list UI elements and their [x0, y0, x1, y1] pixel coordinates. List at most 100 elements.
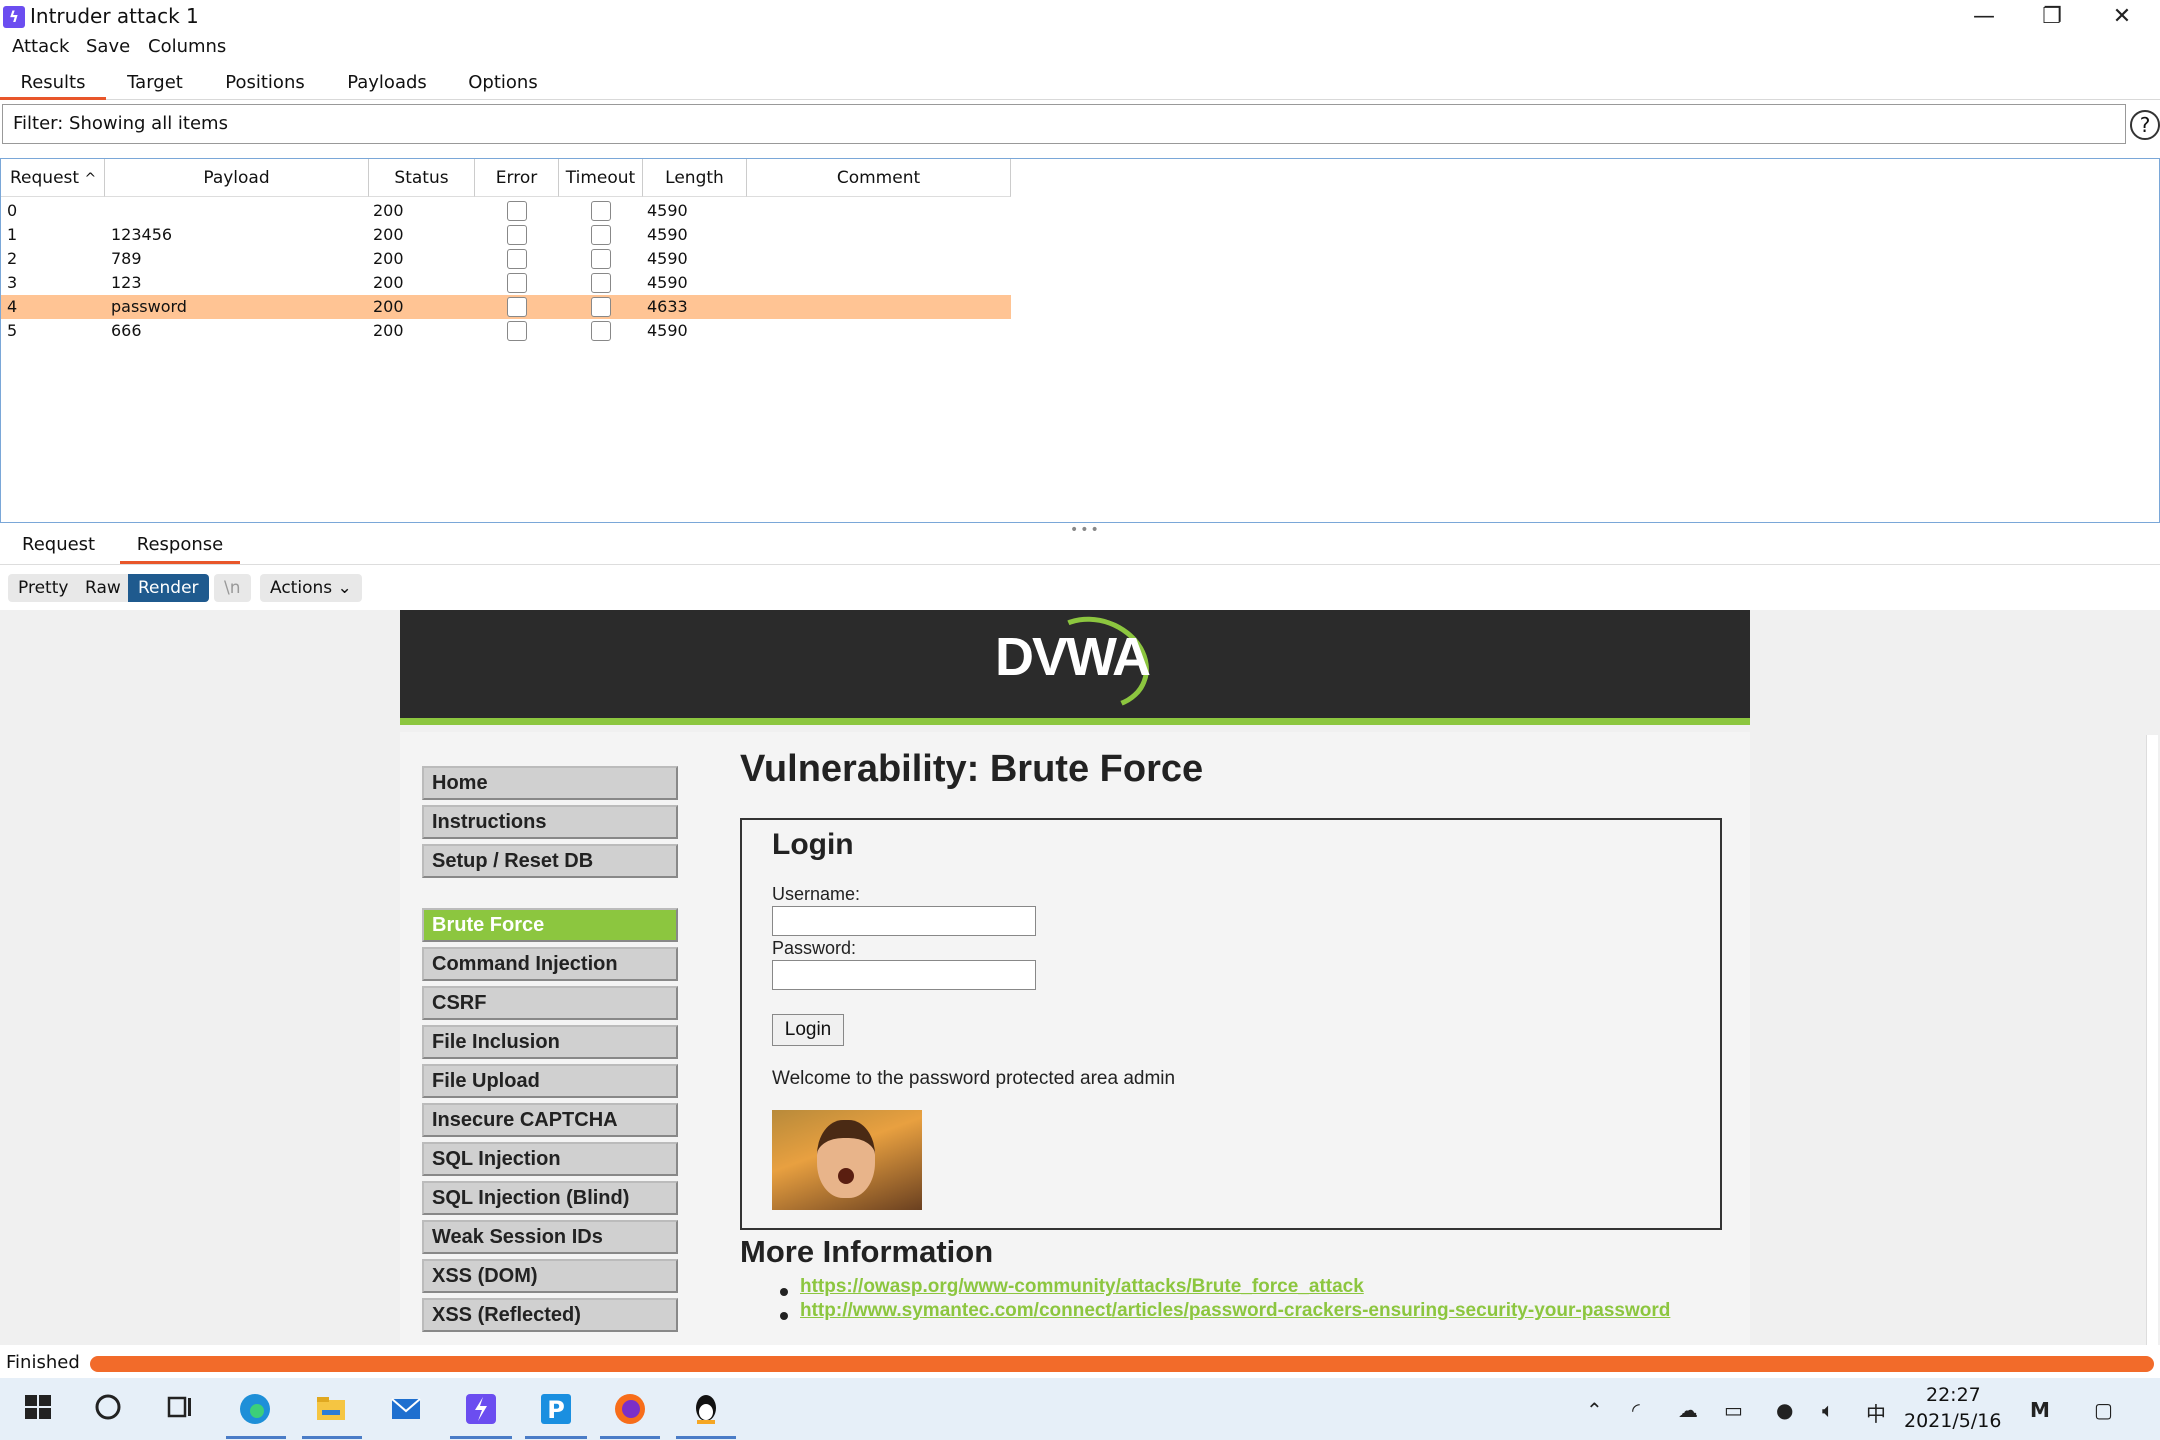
close-button[interactable]: ✕: [2092, 2, 2152, 32]
menu-columns[interactable]: Columns: [148, 36, 226, 57]
tab-target[interactable]: Target: [110, 72, 200, 100]
nav-item[interactable]: Home: [422, 766, 678, 800]
filter-bar[interactable]: Filter: Showing all items: [2, 104, 2126, 144]
timeout-checkbox[interactable]: [591, 249, 611, 269]
search-circle-icon[interactable]: [90, 1392, 126, 1428]
svg-text:P: P: [547, 1396, 565, 1424]
timeout-checkbox[interactable]: [591, 321, 611, 341]
nav-item[interactable]: Command Injection: [422, 947, 678, 981]
nav-item[interactable]: SQL Injection (Blind): [422, 1181, 678, 1215]
error-checkbox[interactable]: [507, 273, 527, 293]
timeout-checkbox[interactable]: [591, 225, 611, 245]
render-button[interactable]: Render: [128, 574, 209, 602]
cloud-icon[interactable]: ☁: [1678, 1398, 1698, 1422]
timeout-checkbox[interactable]: [591, 201, 611, 221]
admin-avatar-image: [772, 1110, 922, 1210]
column-timeout[interactable]: Timeout: [559, 159, 643, 197]
newline-toggle-button[interactable]: \n: [214, 574, 251, 602]
nav-item[interactable]: Insecure CAPTCHA: [422, 1103, 678, 1137]
pretty-button[interactable]: Pretty: [8, 574, 79, 602]
tab-positions[interactable]: Positions: [220, 72, 310, 100]
nav-item[interactable]: XSS (DOM): [422, 1259, 678, 1293]
mail-m-icon[interactable]: M: [2030, 1398, 2050, 1422]
username-input[interactable]: [772, 906, 1036, 936]
error-checkbox[interactable]: [507, 249, 527, 269]
battery-icon[interactable]: ▭: [1724, 1398, 1743, 1422]
owasp-link[interactable]: https://owasp.org/www-community/attacks/…: [800, 1276, 1364, 1298]
firefox-icon[interactable]: [612, 1392, 648, 1428]
progress-bar: [90, 1356, 2154, 1372]
windows-start-icon[interactable]: [20, 1392, 56, 1428]
nav-item[interactable]: Brute Force: [422, 908, 678, 942]
column-comment[interactable]: Comment: [747, 159, 1011, 197]
cell-length: 4633: [647, 297, 688, 316]
menu-attack[interactable]: Attack: [12, 36, 69, 57]
tab-response[interactable]: Response: [120, 534, 240, 564]
login-box: Login Username: Password: Login Welcome …: [740, 818, 1722, 1230]
table-row[interactable]: 0 200 4590: [1, 199, 1011, 223]
cell-request: 1: [7, 225, 18, 244]
chevron-up-icon[interactable]: ⌃: [1586, 1398, 1603, 1422]
error-checkbox[interactable]: [507, 297, 527, 317]
raw-button[interactable]: Raw: [75, 574, 131, 602]
error-checkbox[interactable]: [507, 321, 527, 341]
nav-item[interactable]: Instructions: [422, 805, 678, 839]
column-error[interactable]: Error: [475, 159, 559, 197]
burp-icon[interactable]: [463, 1392, 499, 1428]
table-row[interactable]: 2 789 200 4590: [1, 247, 1011, 271]
nav-item[interactable]: File Upload: [422, 1064, 678, 1098]
file-explorer-icon[interactable]: [313, 1392, 349, 1428]
column-length[interactable]: Length: [643, 159, 747, 197]
password-input[interactable]: [772, 960, 1036, 990]
nav-item[interactable]: Setup / Reset DB: [422, 844, 678, 878]
tab-payloads[interactable]: Payloads: [340, 72, 434, 100]
table-row[interactable]: 1 123456 200 4590: [1, 223, 1011, 247]
restore-button[interactable]: ❐: [2022, 2, 2082, 32]
column-payload[interactable]: Payload: [105, 159, 369, 197]
qq-tray-icon[interactable]: ●: [1776, 1398, 1793, 1422]
tab-options[interactable]: Options: [460, 72, 546, 100]
nav-item[interactable]: File Inclusion: [422, 1025, 678, 1059]
render-scrollbar[interactable]: [2146, 735, 2158, 1345]
task-view-icon[interactable]: [162, 1392, 198, 1428]
pane-splitter[interactable]: •••: [1070, 522, 1101, 538]
login-button[interactable]: Login: [772, 1014, 844, 1046]
table-row[interactable]: 5 666 200 4590: [1, 319, 1011, 343]
help-icon[interactable]: ?: [2130, 110, 2160, 140]
nav-item[interactable]: Weak Session IDs: [422, 1220, 678, 1254]
notification-icon[interactable]: ▢: [2094, 1398, 2113, 1422]
edge-icon[interactable]: [237, 1392, 273, 1428]
qq-icon[interactable]: [688, 1392, 724, 1428]
clock-date[interactable]: 2021/5/16: [1904, 1410, 2001, 1432]
symantec-link[interactable]: http://www.symantec.com/connect/articles…: [800, 1300, 1670, 1322]
cell-length: 4590: [647, 225, 688, 244]
ime-indicator[interactable]: 中: [1866, 1398, 1886, 1427]
column-request[interactable]: Request ^: [1, 159, 105, 197]
cell-length: 4590: [647, 273, 688, 292]
cell-status: 200: [373, 297, 404, 316]
p-app-icon[interactable]: P: [538, 1392, 574, 1428]
actions-dropdown[interactable]: Actions ⌄: [260, 574, 362, 602]
active-indicator: [226, 1436, 286, 1439]
menu-save[interactable]: Save: [86, 36, 130, 57]
timeout-checkbox[interactable]: [591, 273, 611, 293]
nav-item[interactable]: XSS (Reflected): [422, 1298, 678, 1332]
nav-item[interactable]: CSRF: [422, 986, 678, 1020]
nav-item[interactable]: SQL Injection: [422, 1142, 678, 1176]
table-row[interactable]: 4 password 200 4633: [1, 295, 1011, 319]
timeout-checkbox[interactable]: [591, 297, 611, 317]
mail-icon[interactable]: [388, 1392, 424, 1428]
tab-results[interactable]: Results: [0, 72, 106, 100]
column-status[interactable]: Status: [369, 159, 475, 197]
wifi-icon[interactable]: ◜: [1632, 1398, 1640, 1422]
volume-icon[interactable]: 🔈︎: [1822, 1398, 1834, 1422]
minimize-button[interactable]: —: [1954, 2, 2014, 32]
tab-request[interactable]: Request: [22, 534, 102, 564]
table-row[interactable]: 3 123 200 4590: [1, 271, 1011, 295]
error-checkbox[interactable]: [507, 225, 527, 245]
clock-time[interactable]: 22:27: [1926, 1384, 1981, 1406]
tab-bar: Results Target Positions Payloads Option…: [0, 66, 2160, 100]
cell-status: 200: [373, 273, 404, 292]
status-text: Finished: [6, 1352, 80, 1373]
error-checkbox[interactable]: [507, 201, 527, 221]
